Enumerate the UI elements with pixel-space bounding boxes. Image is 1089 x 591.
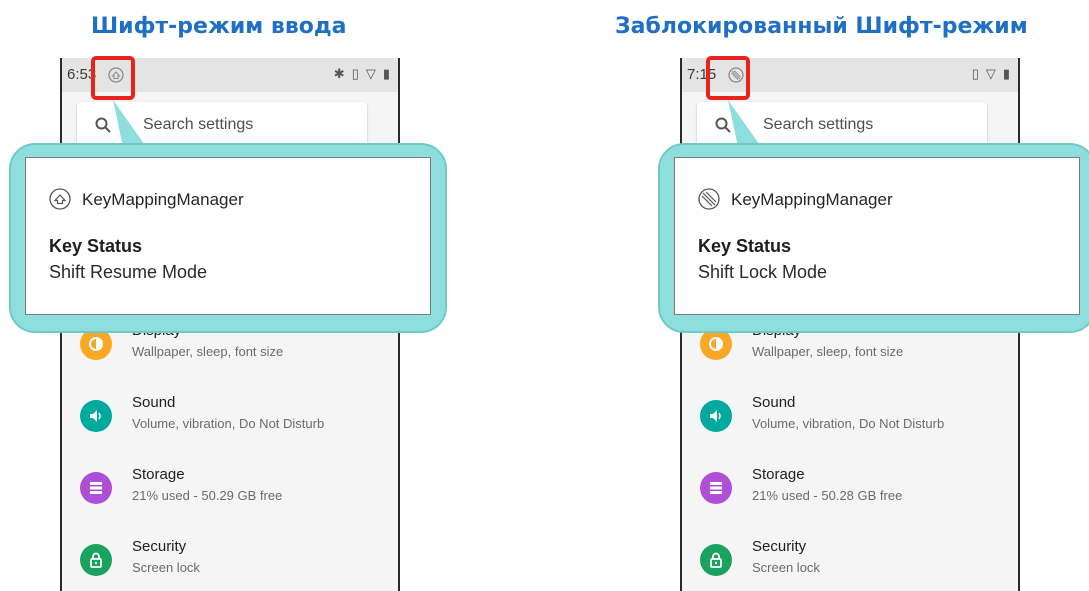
setting-title: Sound bbox=[132, 394, 176, 411]
setting-sound[interactable]: Sound Volume, vibration, Do Not Disturb bbox=[682, 392, 1018, 464]
search-placeholder: Search settings bbox=[143, 116, 254, 133]
setting-subtitle: Wallpaper, sleep, font size bbox=[132, 344, 284, 359]
setting-subtitle: 21% used - 50.29 GB free bbox=[132, 488, 283, 503]
notification-text: Shift Resume Mode bbox=[49, 262, 208, 282]
setting-title: Storage bbox=[752, 466, 805, 483]
setting-sound[interactable]: Sound Volume, vibration, Do Not Disturb bbox=[62, 392, 398, 464]
sound-icon bbox=[80, 400, 112, 432]
shift-lock-panel: Заблокированный Шифт-режим 7:15 ▯ ▽ ▮ Se… bbox=[545, 0, 1089, 591]
status-icon-highlight bbox=[706, 56, 750, 100]
setting-subtitle: Volume, vibration, Do Not Disturb bbox=[752, 416, 945, 431]
status-icon-highlight bbox=[91, 56, 135, 100]
setting-storage[interactable]: Storage 21% used - 50.29 GB free bbox=[62, 464, 398, 536]
settings-list: Display Wallpaper, sleep, font size Soun… bbox=[62, 320, 398, 591]
setting-security[interactable]: Security Screen lock bbox=[682, 536, 1018, 591]
setting-subtitle: 21% used - 50.28 GB free bbox=[752, 488, 903, 503]
status-icons: ✱ ▯ ▽ ▮ bbox=[334, 66, 390, 82]
notification-app-name: KeyMappingManager bbox=[731, 190, 893, 209]
setting-title: Security bbox=[132, 538, 187, 555]
battery-icon: ▮ bbox=[1002, 66, 1010, 81]
notification-card[interactable]: KeyMappingManager Key Status Shift Resum… bbox=[25, 157, 431, 315]
shift-resume-panel: Шифт-режим ввода 6:53 ✱ ▯ ▽ ▮ Search set… bbox=[0, 0, 545, 591]
wifi-icon: ▽ bbox=[985, 66, 996, 81]
vibrate-icon: ▯ bbox=[351, 66, 359, 81]
lock-icon bbox=[700, 544, 732, 576]
settings-list: Display Wallpaper, sleep, font size Soun… bbox=[682, 320, 1018, 591]
shift-lock-icon bbox=[698, 188, 720, 210]
setting-subtitle: Screen lock bbox=[132, 560, 200, 575]
search-icon bbox=[715, 117, 731, 133]
notification-title: Key Status bbox=[49, 236, 143, 256]
setting-storage[interactable]: Storage 21% used - 50.28 GB free bbox=[682, 464, 1018, 536]
shift-resume-icon bbox=[49, 188, 71, 210]
vibrate-icon: ▯ bbox=[971, 66, 979, 81]
setting-subtitle: Screen lock bbox=[752, 560, 820, 575]
setting-subtitle: Wallpaper, sleep, font size bbox=[752, 344, 904, 359]
sound-icon bbox=[700, 400, 732, 432]
status-icons: ▯ ▽ ▮ bbox=[972, 66, 1010, 82]
notification-card[interactable]: KeyMappingManager Key Status Shift Lock … bbox=[674, 157, 1080, 315]
notification-app-name: KeyMappingManager bbox=[82, 190, 244, 209]
search-icon bbox=[95, 117, 111, 133]
search-placeholder: Search settings bbox=[763, 116, 874, 133]
battery-icon: ▮ bbox=[382, 66, 390, 81]
notification-callout: KeyMappingManager Key Status Shift Resum… bbox=[9, 143, 447, 333]
notification-title: Key Status bbox=[698, 236, 792, 256]
setting-title: Sound bbox=[752, 394, 796, 411]
panel-heading: Шифт-режим ввода bbox=[91, 14, 347, 39]
wifi-icon: ▽ bbox=[365, 66, 376, 81]
setting-title: Storage bbox=[132, 466, 185, 483]
setting-title: Security bbox=[752, 538, 807, 555]
panel-heading: Заблокированный Шифт-режим bbox=[615, 14, 1028, 39]
setting-security[interactable]: Security Screen lock bbox=[62, 536, 398, 591]
notification-text: Shift Lock Mode bbox=[698, 262, 828, 282]
notification-callout: KeyMappingManager Key Status Shift Lock … bbox=[658, 143, 1089, 333]
nfc-icon: ✱ bbox=[333, 66, 345, 81]
lock-icon bbox=[80, 544, 112, 576]
storage-icon bbox=[700, 472, 732, 504]
storage-icon bbox=[80, 472, 112, 504]
setting-subtitle: Volume, vibration, Do Not Disturb bbox=[132, 416, 325, 431]
